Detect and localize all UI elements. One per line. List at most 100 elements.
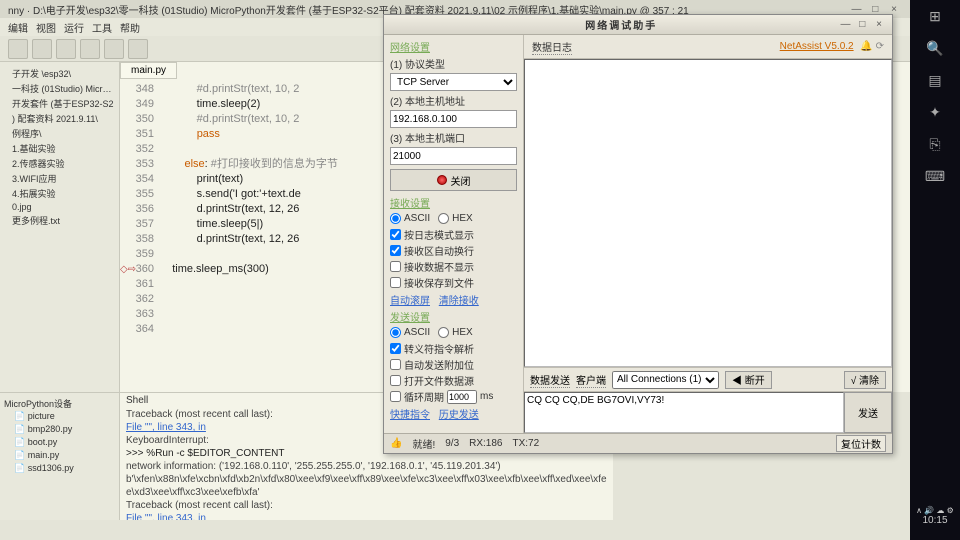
copilot-icon[interactable]: ✦	[925, 102, 945, 122]
line-number: 357	[120, 217, 154, 232]
recv-chk1[interactable]: 按日志模式显示	[390, 227, 517, 242]
tree-item[interactable]: 0.jpg	[4, 201, 115, 213]
close-icon[interactable]: ×	[872, 19, 886, 30]
device-tree[interactable]: MicroPython设备📄 picture📄 bmp280.py📄 boot.…	[0, 392, 120, 520]
send-chk4[interactable]: 循环周期 ms	[390, 389, 517, 404]
cycle-ms-input[interactable]	[447, 390, 477, 404]
device-file[interactable]: 📄 ssd1306.py	[4, 462, 115, 475]
line-number: 359	[120, 247, 154, 262]
editor-tab[interactable]: main.py	[120, 62, 177, 79]
tree-item[interactable]: 例程序\	[4, 126, 115, 141]
status-dot-icon	[437, 175, 447, 185]
tree-item[interactable]: 一科技 (01Studio) MicroPy	[4, 81, 115, 96]
maximize-icon[interactable]: □	[855, 19, 869, 30]
auto-scroll-link[interactable]: 自动滚屏	[390, 296, 430, 307]
log-area[interactable]	[524, 59, 892, 367]
toolbar-button[interactable]	[80, 39, 100, 59]
recv-hex-radio[interactable]: HEX	[438, 213, 473, 224]
line-number: 351	[120, 127, 154, 142]
menu-item[interactable]: 视图	[36, 24, 56, 35]
line-number: 349	[120, 97, 154, 112]
tree-item[interactable]: 子开发 \esp32\	[4, 66, 115, 81]
proto-label: (1) 协议类型	[390, 56, 517, 71]
menu-item[interactable]: 工具	[92, 24, 112, 35]
toolbar-button[interactable]	[128, 39, 148, 59]
line-number: 352	[120, 142, 154, 157]
proto-combo[interactable]: TCP Server	[390, 73, 517, 91]
sync-icon[interactable]: ⟳	[876, 41, 884, 52]
menu-item[interactable]: 编辑	[8, 24, 28, 35]
send-chk2[interactable]: 自动发送附加位	[390, 357, 517, 372]
clear-button[interactable]: √ 清除	[844, 371, 886, 389]
recv-ascii-radio[interactable]: ASCII	[390, 213, 430, 224]
minimize-icon[interactable]: —	[848, 4, 864, 15]
send-textarea[interactable]: CQ CQ CQ,DE BG7OVI,VY73!	[524, 392, 844, 433]
recv-chk3[interactable]: 接收数据不显示	[390, 259, 517, 274]
line-number: 353	[120, 157, 154, 172]
line-number: 348	[120, 82, 154, 97]
recv-chk4[interactable]: 接收保存到文件	[390, 275, 517, 290]
taskbar-clock[interactable]: ∧ 🔊 ☁ ⚙ 10:15	[916, 506, 954, 526]
send-ascii-radio[interactable]: ASCII	[390, 327, 430, 338]
keyboard-icon[interactable]: ⌨	[925, 166, 945, 186]
recv-chk2[interactable]: 接收区自动换行	[390, 243, 517, 258]
window-controls: — □ ×	[848, 4, 902, 15]
toolbar-button[interactable]	[32, 39, 52, 59]
send-hex-radio[interactable]: HEX	[438, 327, 473, 338]
tree-item[interactable]: 4.拓展实验	[4, 186, 115, 201]
device-file[interactable]: 📄 bmp280.py	[4, 423, 115, 436]
device-file[interactable]: 📄 main.py	[4, 449, 115, 462]
quick-cmd-link[interactable]: 快捷指令	[390, 410, 430, 421]
status-ready: 就绪!	[412, 436, 435, 451]
tree-item[interactable]: 开发套件 (基于ESP32-S2	[4, 96, 115, 111]
tree-item[interactable]: 1.基础实验	[4, 141, 115, 156]
shell-line: b'\xfen\x88n\xfe\xcbn\xfd\xb2n\xfd\x80\x…	[126, 473, 607, 486]
device-file[interactable]: 📄 boot.py	[4, 436, 115, 449]
menu-item[interactable]: 帮助	[120, 24, 140, 35]
panel-icon[interactable]: ⎘	[925, 134, 945, 154]
toolbar-button[interactable]	[104, 39, 124, 59]
line-number: 363	[120, 307, 154, 322]
status-tx: TX:72	[513, 438, 540, 449]
windows-icon[interactable]: ⊞	[925, 6, 945, 26]
send-chk1[interactable]: 转义符指令解析	[390, 341, 517, 356]
line-number: 350	[120, 112, 154, 127]
netassist-titlebar[interactable]: 网络调试助手 — □ ×	[384, 15, 892, 35]
disconnect-button[interactable]: ◀ 断开	[725, 371, 772, 389]
history-send-link[interactable]: 历史发送	[439, 410, 479, 421]
apps-icon[interactable]: ▤	[925, 70, 945, 90]
device-file[interactable]: 📄 picture	[4, 410, 115, 423]
file-tree[interactable]: 子开发 \esp32\一科技 (01Studio) MicroPy开发套件 (基…	[0, 62, 120, 392]
connections-combo[interactable]: All Connections (1)	[612, 371, 719, 389]
net-cfg-header: 网络设置	[390, 39, 517, 54]
windows-sidebar: ⊞ 🔍 ▤ ✦ ⎘ ⌨ ∧ 🔊 ☁ ⚙ 10:15	[910, 0, 960, 540]
reset-count-button[interactable]: 复位计数	[836, 435, 886, 452]
search-icon[interactable]: 🔍	[925, 38, 945, 58]
shell-line: Traceback (most recent call last):	[126, 499, 607, 512]
line-number: 356	[120, 202, 154, 217]
send-chk3[interactable]: 打开文件数据源	[390, 373, 517, 388]
send-header: 数据发送 客户端 All Connections (1) ◀ 断开 √ 清除	[524, 367, 892, 391]
tree-item[interactable]: 2.传感器实验	[4, 156, 115, 171]
toolbar-button[interactable]	[8, 39, 28, 59]
tree-item[interactable]: ) 配套资料 2021.9.11\	[4, 111, 115, 126]
log-header: 数据日志 NetAssist V5.0.2 🔔 ⟳	[524, 35, 892, 59]
toolbar-button[interactable]	[56, 39, 76, 59]
host-input[interactable]	[390, 110, 517, 128]
menu-item[interactable]: 运行	[64, 24, 84, 35]
port-input[interactable]	[390, 147, 517, 165]
minimize-icon[interactable]: —	[838, 19, 852, 30]
maximize-icon[interactable]: □	[867, 4, 883, 15]
close-icon[interactable]: ×	[886, 4, 902, 15]
line-gutter: 348349350351352353354355356357358359◇⇨36…	[120, 82, 160, 337]
brand-link[interactable]: NetAssist V5.0.2	[780, 41, 854, 52]
tree-item[interactable]: 更多例程.txt	[4, 213, 115, 228]
close-connection-button[interactable]: 关闭	[390, 169, 517, 191]
tree-item[interactable]: 3.WIFI应用	[4, 171, 115, 186]
clear-recv-link[interactable]: 清除接收	[439, 296, 479, 307]
send-button[interactable]: 发送	[844, 392, 892, 433]
line-number: 355	[120, 187, 154, 202]
line-number: 362	[120, 292, 154, 307]
netassist-statusbar: 👍 就绪! 9/3 RX:186 TX:72 复位计数	[384, 433, 892, 453]
bell-icon[interactable]: 🔔	[860, 41, 872, 52]
